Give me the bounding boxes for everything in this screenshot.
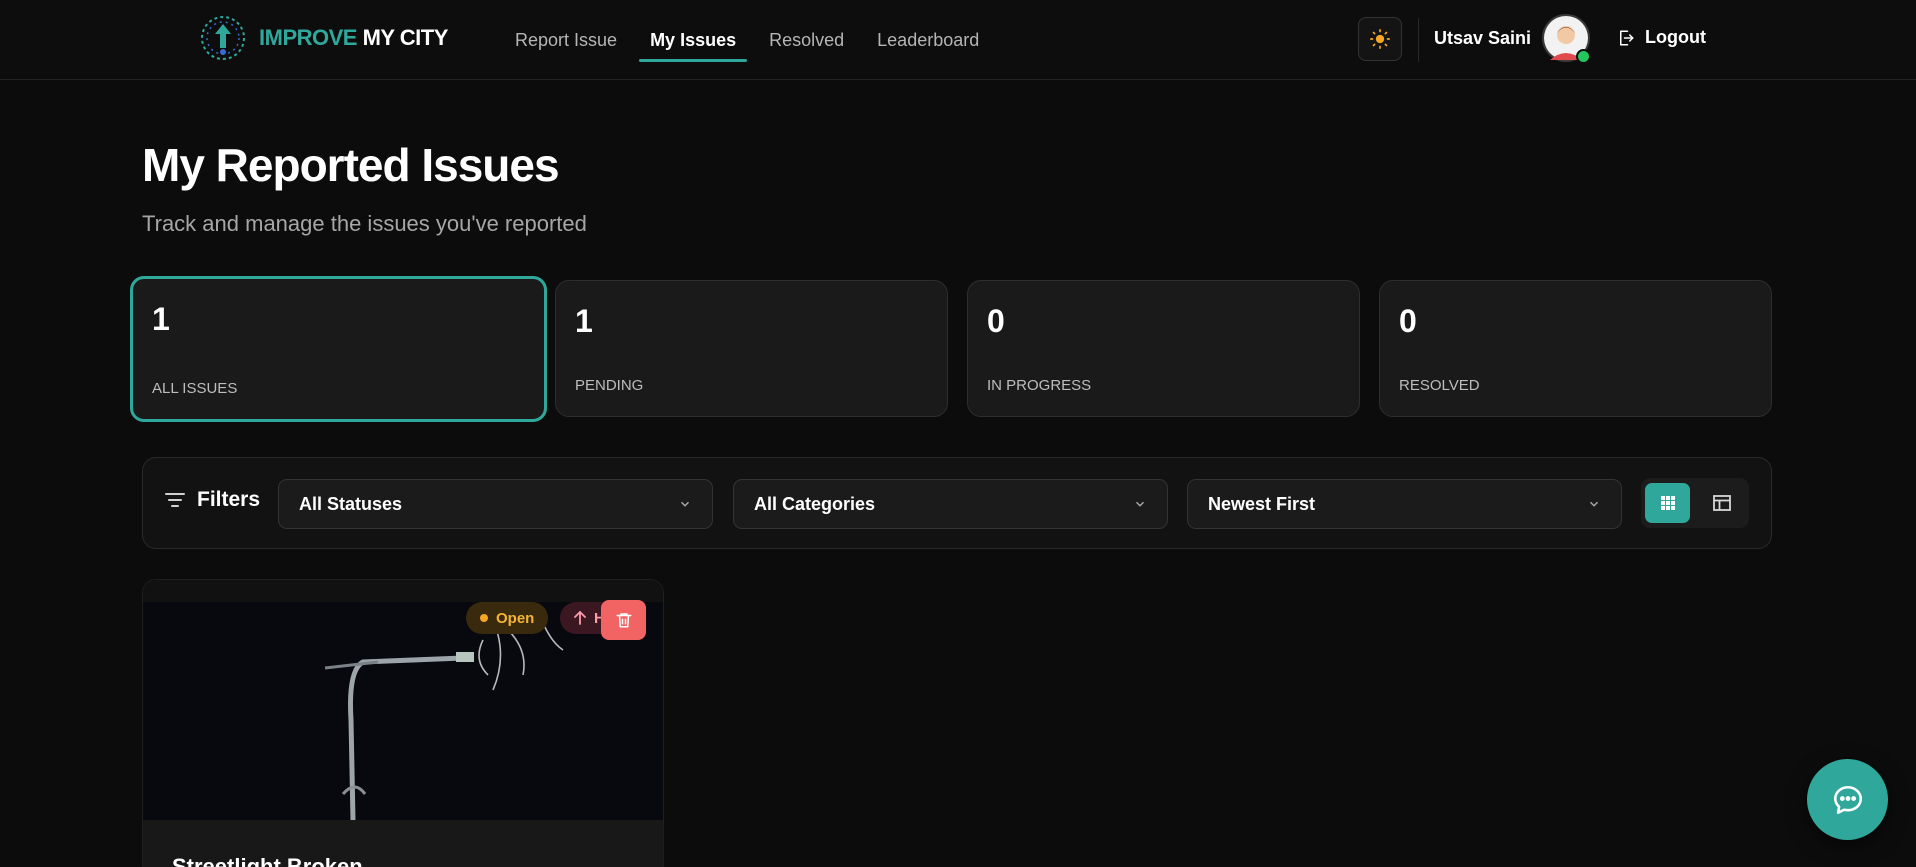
header-divider xyxy=(1418,18,1419,62)
city-logo-icon xyxy=(201,16,245,60)
chat-button[interactable] xyxy=(1807,759,1888,840)
stat-count: 1 xyxy=(575,303,593,339)
status-badge: Open xyxy=(466,602,549,634)
stat-count: 0 xyxy=(987,303,1005,339)
arrow-up-icon xyxy=(574,611,586,625)
stat-label: IN PROGRESS xyxy=(987,377,1092,394)
chevron-down-icon xyxy=(1589,501,1599,507)
table-view-button[interactable] xyxy=(1699,483,1744,523)
sort-select[interactable]: Newest First xyxy=(1187,479,1622,529)
stat-card-pending[interactable]: 1 PENDING xyxy=(555,280,948,417)
view-toggle xyxy=(1641,478,1749,528)
logout-button[interactable]: Logout xyxy=(1617,27,1706,48)
stat-card-in-progress[interactable]: 0 IN PROGRESS xyxy=(967,280,1360,417)
nav-resolved[interactable]: Resolved xyxy=(758,0,855,80)
category-select-value: All Categories xyxy=(754,493,876,514)
trash-icon xyxy=(616,613,631,628)
category-select[interactable]: All Categories xyxy=(733,479,1168,529)
sort-select-value: Newest First xyxy=(1208,493,1316,514)
top-navbar: IMPROVE MY CITY Report Issue My Issues R… xyxy=(0,0,1916,80)
nav-report-issue[interactable]: Report Issue xyxy=(504,0,628,80)
chat-icon xyxy=(1833,785,1862,814)
stat-label: ALL ISSUES xyxy=(152,380,238,397)
stat-count: 0 xyxy=(1399,303,1417,339)
stat-card-all-issues[interactable]: 1 ALL ISSUES xyxy=(130,276,547,422)
grid-icon xyxy=(1660,496,1675,510)
brand-name: IMPROVE MY CITY xyxy=(259,25,448,51)
nav-my-issues[interactable]: My Issues xyxy=(639,0,748,80)
brand-name-part2: MY CITY xyxy=(356,25,449,50)
chevron-down-icon xyxy=(680,501,690,507)
status-select[interactable]: All Statuses xyxy=(278,479,713,529)
online-status-dot xyxy=(1576,49,1591,64)
grid-view-button[interactable] xyxy=(1645,483,1690,523)
status-select-value: All Statuses xyxy=(299,493,403,514)
stat-label: PENDING xyxy=(575,377,644,394)
filters-heading: Filters xyxy=(165,488,260,512)
nav-leaderboard[interactable]: Leaderboard xyxy=(866,0,990,80)
user-name: Utsav Saini xyxy=(1434,28,1532,48)
stat-count: 1 xyxy=(152,301,170,337)
brand[interactable]: IMPROVE MY CITY xyxy=(199,14,448,62)
filters-label: Filters xyxy=(197,488,261,511)
sun-icon xyxy=(1370,29,1390,49)
filter-bar: Filters All Statuses All Categories Newe… xyxy=(142,457,1772,549)
main-nav: Report Issue My Issues Resolved Leaderbo… xyxy=(504,0,1001,80)
brand-name-part1: IMPROVE xyxy=(259,25,357,50)
chevron-down-icon xyxy=(1135,501,1145,507)
stat-card-resolved[interactable]: 0 RESOLVED xyxy=(1379,280,1772,417)
logout-label: Logout xyxy=(1645,27,1706,47)
table-icon xyxy=(1712,495,1731,511)
logout-icon xyxy=(1620,30,1634,45)
stat-label: RESOLVED xyxy=(1399,377,1480,394)
issue-card[interactable]: Open H Streetlight Broken xyxy=(142,579,664,867)
page-subtitle: Track and manage the issues you've repor… xyxy=(142,211,587,236)
delete-issue-button[interactable] xyxy=(601,600,646,640)
theme-toggle-button[interactable] xyxy=(1358,17,1402,61)
issue-title: Streetlight Broken xyxy=(172,854,363,867)
page-title: My Reported Issues xyxy=(142,139,560,191)
filter-icon xyxy=(165,493,185,507)
